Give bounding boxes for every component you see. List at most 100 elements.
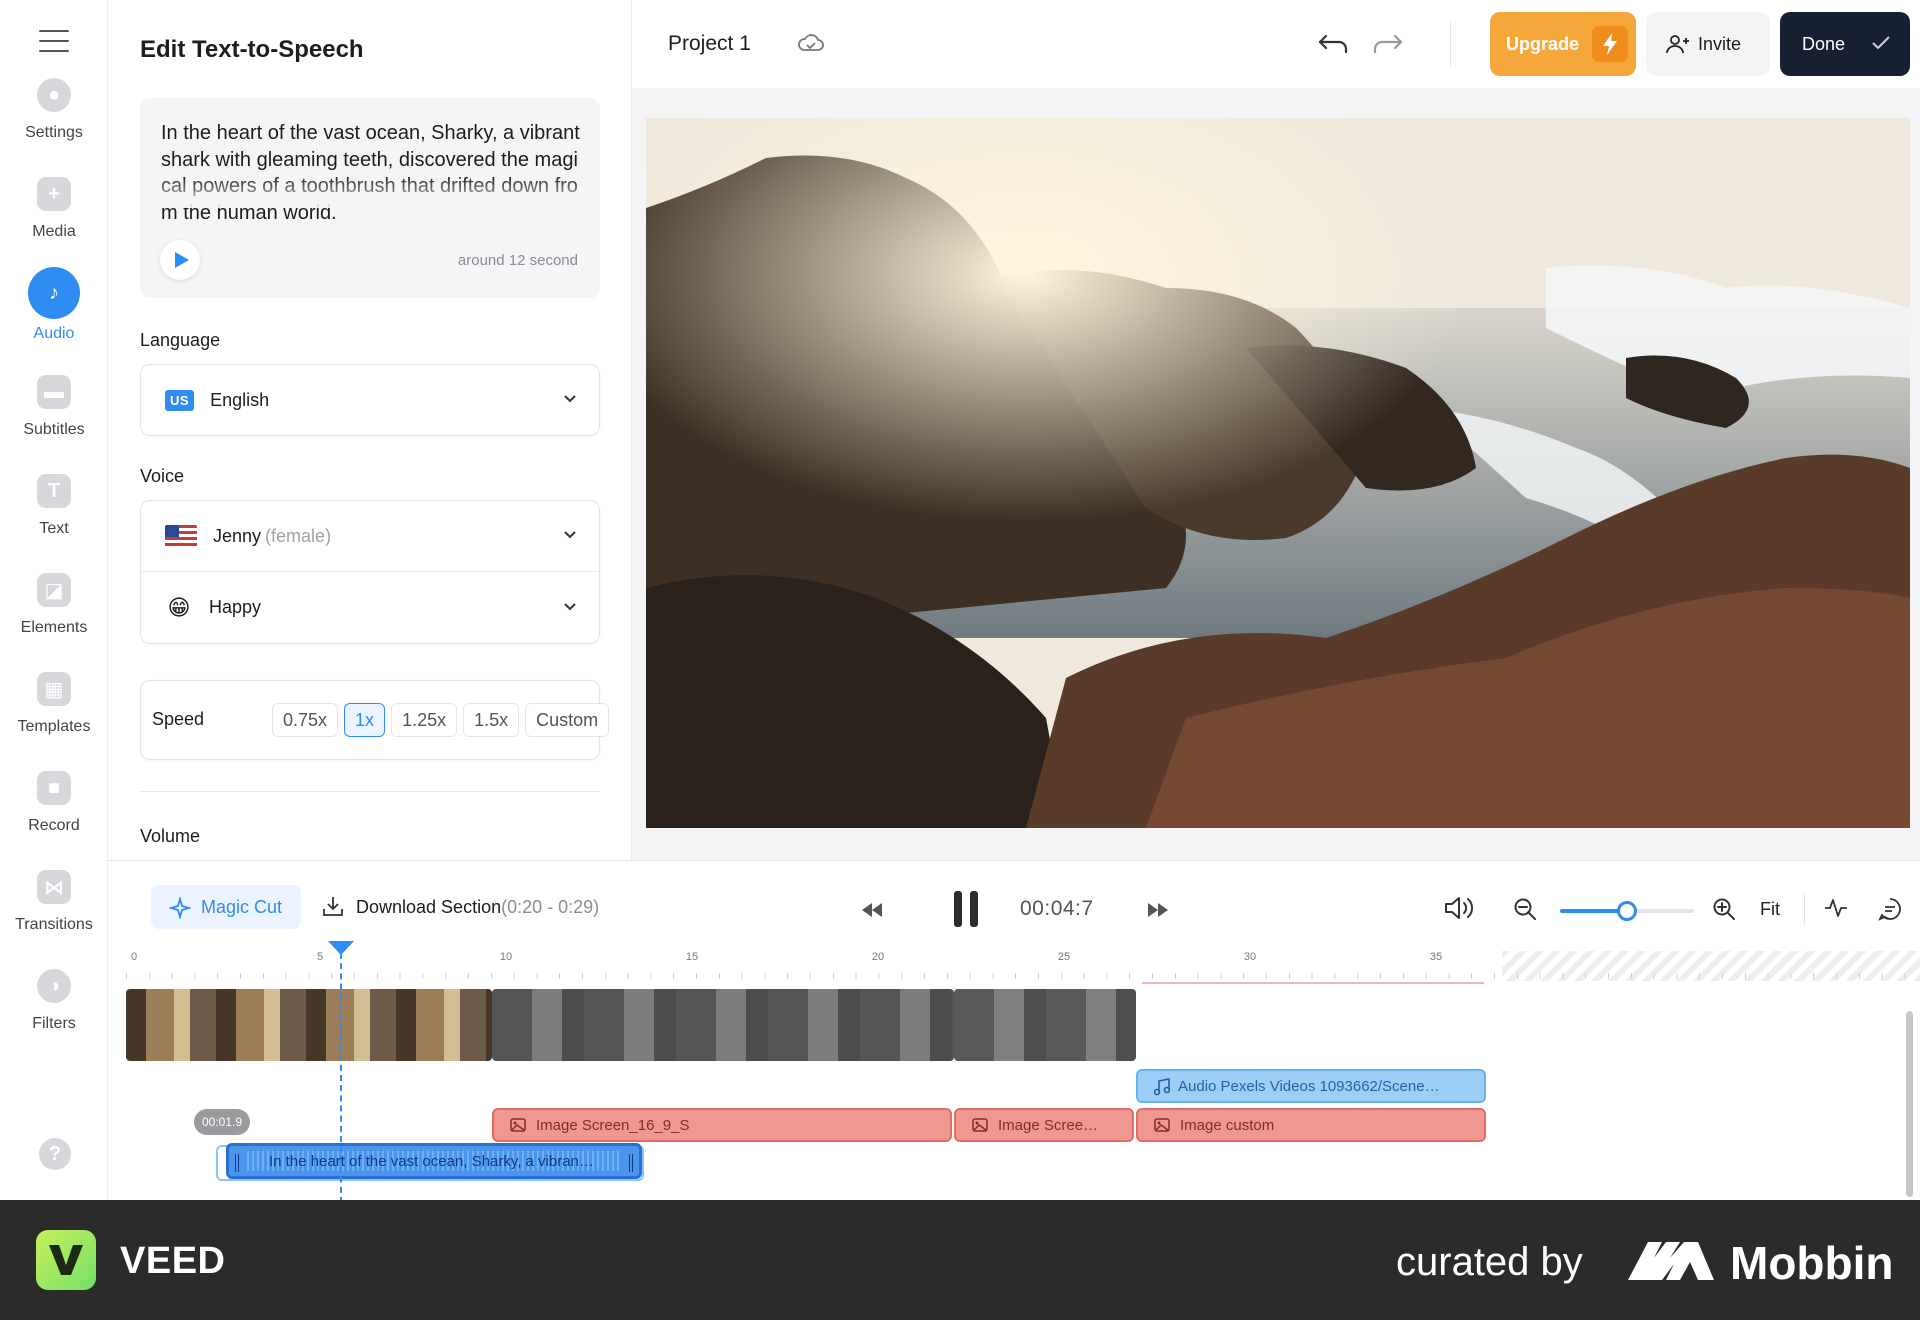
rail-item-filters[interactable]: ◑ Filters bbox=[0, 969, 108, 1033]
invite-label: Invite bbox=[1698, 33, 1742, 54]
video-preview[interactable] bbox=[646, 118, 1910, 828]
rail-item-audio[interactable]: ♪ Audio bbox=[0, 267, 108, 343]
speed-option-0-75x[interactable]: 0.75x bbox=[272, 703, 339, 737]
tick-label: 5 bbox=[316, 951, 324, 963]
tts-text-fade bbox=[140, 176, 600, 208]
rail-item-media[interactable]: + Media bbox=[0, 177, 108, 241]
zoom-out-icon[interactable] bbox=[1513, 897, 1537, 921]
voice-label: Voice bbox=[140, 466, 185, 486]
rail-label: Elements bbox=[20, 619, 88, 636]
rail-label: Subtitles bbox=[23, 421, 85, 438]
top-bar: Project 1 Upgrade Invite Done bbox=[632, 0, 1920, 88]
speed-label: Speed bbox=[152, 709, 205, 729]
audio-clip[interactable]: Audio Pexels Videos 1093662/Scene… bbox=[1136, 1069, 1486, 1103]
rail-item-templates[interactable]: ▦ Templates bbox=[0, 672, 108, 736]
rail-label: Filters bbox=[32, 1015, 76, 1032]
done-button[interactable]: Done bbox=[1780, 12, 1910, 76]
image-clip[interactable]: Image custom bbox=[1136, 1108, 1486, 1142]
redo-icon[interactable] bbox=[1372, 32, 1404, 56]
rail-label: Transitions bbox=[15, 916, 93, 933]
speed-option-1-5x[interactable]: 1.5x bbox=[463, 703, 520, 737]
current-time: 00:04:7 bbox=[1020, 897, 1094, 920]
fit-button[interactable]: Fit bbox=[1760, 899, 1780, 920]
clip-trim-handle-left[interactable] bbox=[235, 1154, 239, 1172]
waveform-icon[interactable] bbox=[1824, 897, 1848, 919]
magic-cut-button[interactable]: Magic Cut bbox=[151, 885, 301, 929]
tts-text-card[interactable]: In the heart of the vast ocean, Sharky, … bbox=[140, 98, 600, 298]
timeline-scrollbar[interactable] bbox=[1906, 1011, 1913, 1197]
rail-item-text[interactable]: T Text bbox=[0, 474, 108, 538]
rail-label: Record bbox=[28, 817, 80, 834]
voice-gender: (female) bbox=[265, 525, 332, 546]
rewind-icon[interactable] bbox=[862, 903, 882, 917]
upgrade-label: Upgrade bbox=[1506, 33, 1580, 54]
video-clip[interactable] bbox=[492, 989, 954, 1061]
download-section-button[interactable]: Download Section(0:20 - 0:29) bbox=[322, 897, 599, 918]
chevron-down-icon bbox=[564, 395, 576, 403]
rail-item-record[interactable]: ■ Record bbox=[0, 771, 108, 835]
menu-icon[interactable] bbox=[39, 30, 69, 52]
play-icon bbox=[174, 252, 189, 268]
tts-play-button[interactable] bbox=[160, 240, 200, 280]
rail-label: Templates bbox=[17, 718, 91, 735]
comment-icon[interactable] bbox=[1878, 897, 1902, 921]
rail-item-elements[interactable]: ◪ Elements bbox=[0, 573, 108, 637]
clip-time-bubble: 00:01.9 bbox=[194, 1109, 251, 1135]
video-clip[interactable] bbox=[126, 989, 492, 1061]
cloud-icon[interactable] bbox=[797, 32, 825, 54]
image-clip[interactable]: Image Screen_16_9_S bbox=[492, 1108, 952, 1142]
upgrade-button[interactable]: Upgrade bbox=[1490, 12, 1636, 76]
check-icon bbox=[1872, 36, 1890, 50]
rail-label: Text bbox=[39, 520, 69, 537]
rail-label: Audio bbox=[33, 325, 75, 342]
tts-text[interactable]: In the heart of the vast ocean, Sharky, … bbox=[161, 120, 586, 226]
speed-option-custom[interactable]: Custom bbox=[525, 703, 610, 737]
image-clip-label: Image Screen_16_9_S bbox=[536, 1116, 690, 1134]
video-clip[interactable] bbox=[954, 989, 1136, 1061]
volume-icon[interactable] bbox=[1444, 895, 1474, 921]
image-clip-label: Image custom bbox=[1180, 1116, 1275, 1134]
voice-select[interactable]: Jenny (female) bbox=[141, 501, 599, 571]
plus-icon: + bbox=[37, 177, 71, 211]
help-icon[interactable]: ? bbox=[39, 1138, 71, 1170]
volume-label: Volume bbox=[140, 826, 201, 846]
download-icon bbox=[323, 897, 343, 916]
marker-line bbox=[1142, 982, 1484, 984]
timeline-ruler[interactable]: 0 5 10 15 20 25 30 35 bbox=[126, 951, 1920, 981]
language-select[interactable]: US English bbox=[140, 364, 600, 436]
curated-by-text: curated by bbox=[1396, 1240, 1583, 1284]
tts-duration: around 12 second bbox=[457, 252, 578, 269]
speed-option-1-25x[interactable]: 1.25x bbox=[391, 703, 458, 737]
mood-select[interactable]: 😁 Happy bbox=[141, 571, 599, 643]
language-value: English bbox=[210, 389, 270, 410]
fast-forward-icon[interactable] bbox=[1148, 903, 1168, 917]
clip-trim-handle-right[interactable] bbox=[629, 1154, 633, 1172]
zoom-slider-knob[interactable] bbox=[1617, 901, 1637, 921]
veed-brand-name: VEED bbox=[120, 1240, 226, 1282]
download-label: Download Section bbox=[356, 897, 502, 917]
tts-edit-panel: Edit Text-to-Speech In the heart of the … bbox=[108, 0, 632, 860]
zoom-in-icon[interactable] bbox=[1712, 897, 1736, 921]
transitions-icon: ⋈ bbox=[37, 870, 71, 904]
zoom-slider[interactable] bbox=[1560, 901, 1694, 921]
tts-clip[interactable]: In the heart of the vast ocean, Sharky, … bbox=[226, 1143, 642, 1179]
rail-item-transitions[interactable]: ⋈ Transitions bbox=[0, 870, 108, 934]
speed-option-1x[interactable]: 1x bbox=[344, 703, 386, 737]
image-clip[interactable]: Image Scree… bbox=[954, 1108, 1134, 1142]
invite-button[interactable]: Invite bbox=[1646, 12, 1770, 76]
left-nav-rail: ● Settings + Media ♪ Audio ▬ Subtitles T… bbox=[0, 0, 108, 1200]
us-badge: US bbox=[165, 389, 195, 411]
settings-icon: ● bbox=[37, 78, 71, 112]
pause-button[interactable] bbox=[954, 891, 978, 927]
chevron-down-icon bbox=[564, 602, 576, 610]
image-icon bbox=[510, 1118, 526, 1132]
rail-item-settings[interactable]: ● Settings bbox=[0, 78, 108, 142]
tick-label: 0 bbox=[130, 951, 138, 963]
undo-icon[interactable] bbox=[1317, 32, 1349, 56]
download-range: (0:20 - 0:29) bbox=[501, 897, 600, 917]
project-name[interactable]: Project 1 bbox=[668, 32, 751, 56]
language-select-row[interactable]: US English bbox=[141, 365, 599, 435]
tick-label: 30 bbox=[1243, 951, 1257, 963]
done-label: Done bbox=[1802, 33, 1846, 54]
rail-item-subtitles[interactable]: ▬ Subtitles bbox=[0, 375, 108, 439]
